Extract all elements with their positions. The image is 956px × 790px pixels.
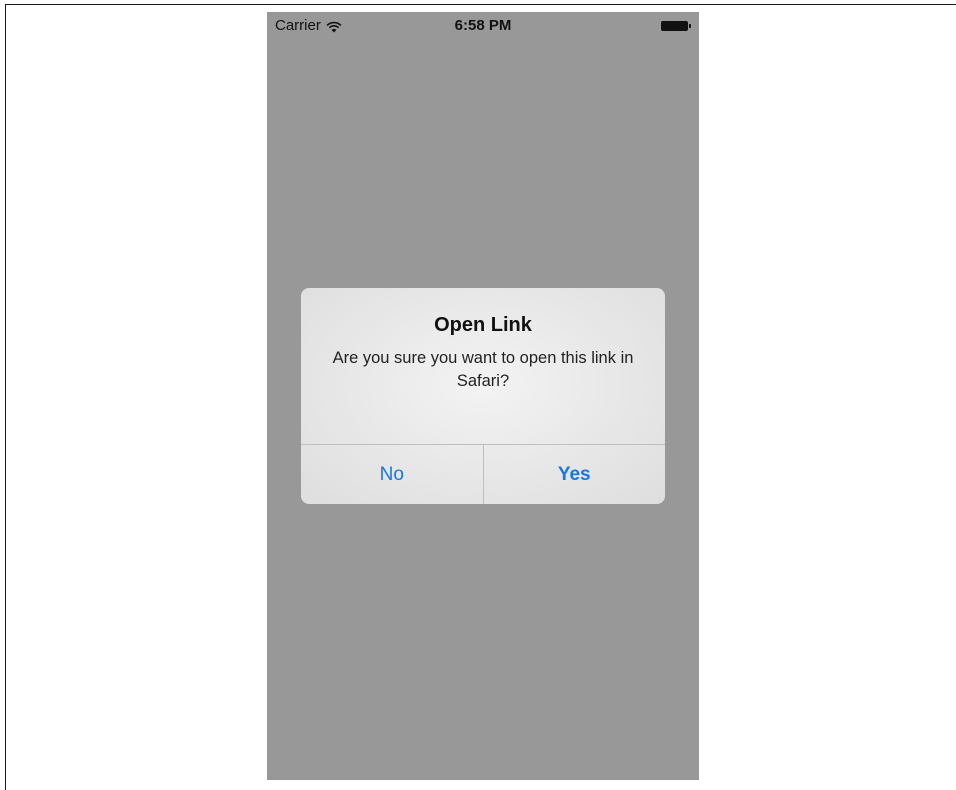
alert-title: Open Link: [434, 314, 532, 336]
phone-screen: Carrier 6:58 PM Open Link Are you sure y…: [267, 12, 699, 780]
frame-left-border: [5, 4, 6, 790]
battery-tip: [689, 24, 691, 28]
alert-dialog: Open Link Are you sure you want to open …: [301, 288, 665, 504]
document-page: Carrier 6:58 PM Open Link Are you sure y…: [0, 0, 956, 790]
alert-actions: No Yes: [301, 444, 665, 504]
battery-icon: [661, 21, 691, 31]
no-button[interactable]: No: [301, 445, 484, 504]
status-bar: Carrier 6:58 PM: [267, 12, 699, 40]
alert-message: Are you sure you want to open this link …: [332, 349, 634, 390]
status-time: 6:58 PM: [454, 17, 512, 34]
battery-body: [661, 21, 688, 31]
alert-body: Open Link Are you sure you want to open …: [301, 288, 665, 444]
yes-button[interactable]: Yes: [484, 445, 666, 504]
frame-top-border: [5, 4, 956, 5]
